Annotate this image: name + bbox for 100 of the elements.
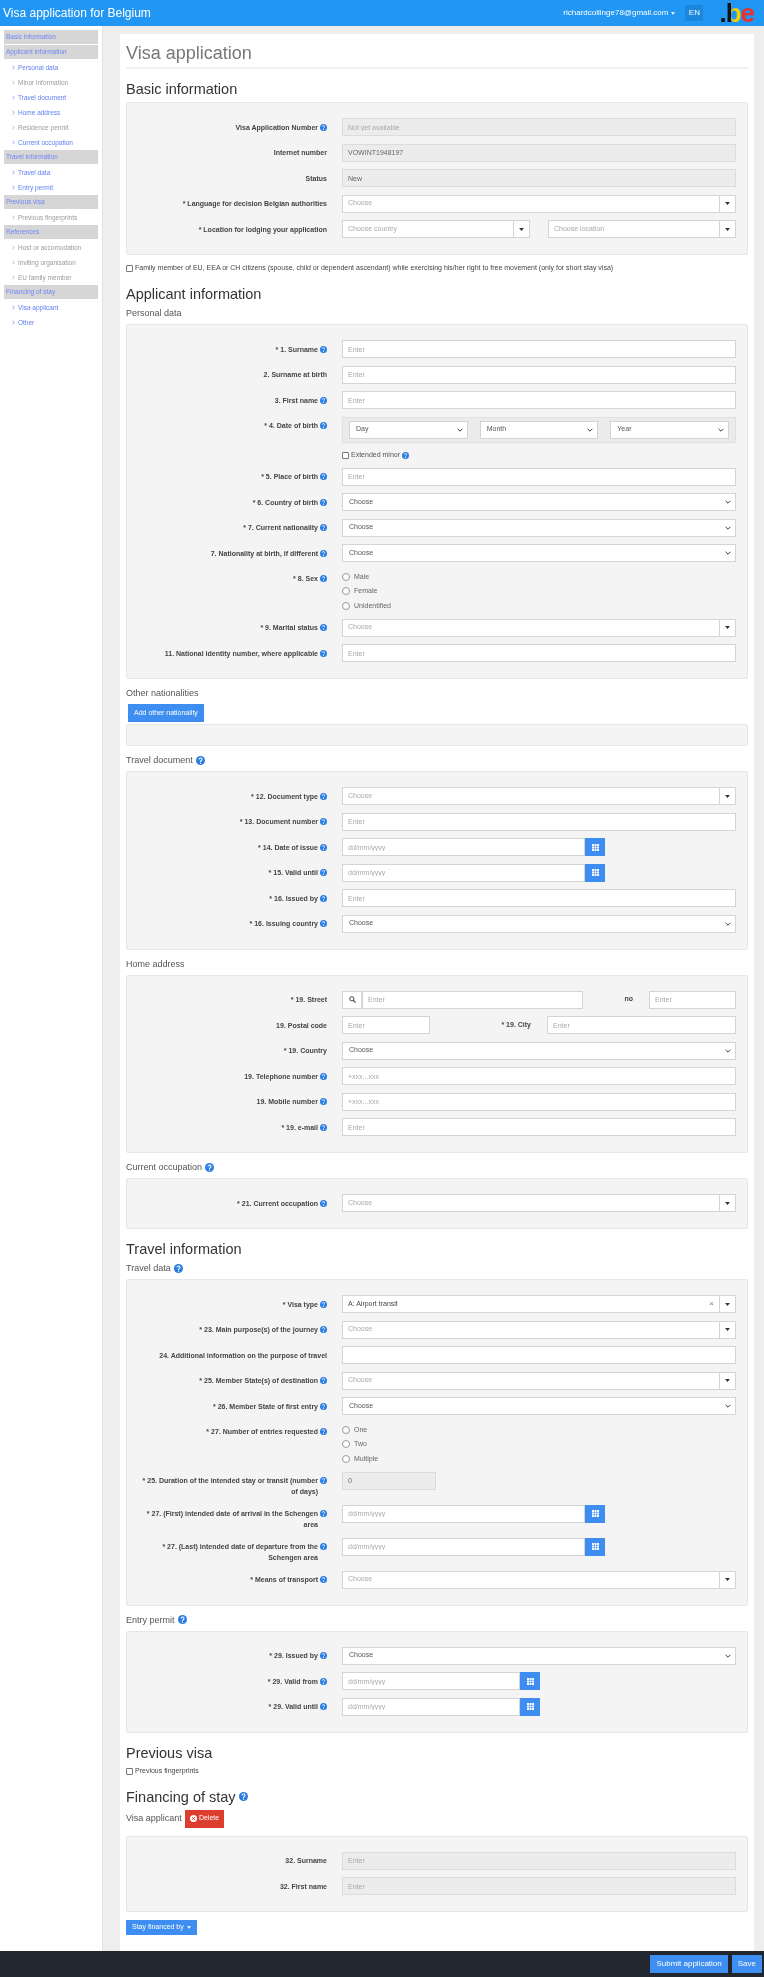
chevron-right-icon	[12, 80, 15, 85]
chevron-right-icon	[12, 215, 15, 220]
section-heading: Travel information	[126, 1240, 242, 1258]
help-icon[interactable]	[320, 1477, 327, 1484]
help-icon[interactable]	[320, 1199, 327, 1207]
help-icon[interactable]	[320, 1123, 327, 1131]
chevron-down-icon	[725, 921, 731, 926]
search-icon	[348, 996, 356, 1003]
chevron-right-icon	[12, 245, 15, 250]
chevron-right-icon	[12, 125, 15, 130]
help-icon[interactable]	[320, 1377, 327, 1384]
help-icon[interactable]	[320, 422, 327, 429]
chevron-right-icon	[12, 95, 15, 100]
chevron-down-icon	[587, 427, 594, 432]
help-icon[interactable]	[195, 755, 205, 765]
help-icon[interactable]	[173, 1263, 183, 1273]
help-icon[interactable]	[320, 894, 327, 902]
help-icon[interactable]	[320, 1677, 327, 1685]
text-field[interactable]	[342, 1346, 736, 1364]
radio-button[interactable]	[342, 1454, 350, 1463]
chevron-right-icon	[12, 275, 15, 280]
grid-icon	[591, 1510, 599, 1517]
chevron-right-icon	[12, 305, 15, 310]
help-icon[interactable]	[320, 1703, 327, 1710]
grid-icon	[526, 1677, 534, 1685]
section-heading: Previous visa	[126, 1743, 213, 1762]
help-icon[interactable]	[177, 1615, 187, 1624]
chevron-down-icon	[456, 427, 463, 432]
chevron-down-icon	[725, 551, 731, 555]
caret-icon	[725, 794, 730, 798]
page-title: Visa application	[126, 41, 748, 69]
help-icon[interactable]	[320, 473, 327, 480]
help-icon[interactable]	[320, 649, 327, 657]
chevron-right-icon	[12, 110, 15, 115]
grid-icon	[591, 843, 599, 851]
help-icon[interactable]	[320, 1543, 327, 1550]
grid-icon	[526, 1703, 534, 1710]
grid-icon	[591, 869, 599, 876]
calendar-button[interactable]	[585, 863, 605, 882]
save-button[interactable]: Save	[731, 1955, 762, 1973]
calendar-button[interactable]	[520, 1697, 540, 1716]
calendar-button[interactable]	[585, 838, 605, 856]
chevron-down-icon	[725, 1653, 731, 1658]
radio-button[interactable]	[342, 601, 350, 610]
caret-icon	[725, 1578, 730, 1581]
help-icon[interactable]	[320, 123, 327, 131]
help-icon[interactable]	[320, 818, 327, 825]
help-icon[interactable]	[320, 1510, 327, 1517]
grid-icon	[591, 1543, 599, 1550]
chevron-down-icon	[725, 525, 731, 530]
section-heading: Applicant information	[126, 285, 262, 303]
caret-icon	[725, 1379, 730, 1382]
help-icon[interactable]	[320, 1576, 327, 1583]
help-icon[interactable]	[320, 345, 327, 353]
help-icon[interactable]	[320, 1652, 327, 1659]
submit-button[interactable]: Submit application	[650, 1955, 728, 1973]
chevron-right-icon	[12, 185, 15, 190]
help-icon[interactable]	[320, 920, 327, 927]
help-icon[interactable]	[320, 1098, 327, 1105]
help-icon[interactable]	[238, 1792, 248, 1801]
checkbox[interactable]	[342, 451, 349, 459]
radio-button[interactable]	[342, 1425, 350, 1434]
help-icon[interactable]	[320, 624, 327, 631]
help-icon[interactable]	[320, 549, 327, 557]
help-icon[interactable]	[205, 1162, 215, 1172]
subsection-heading: Personal data	[126, 307, 182, 319]
checkbox[interactable]	[126, 1767, 133, 1775]
help-icon[interactable]	[320, 575, 327, 582]
radio-button[interactable]	[342, 587, 350, 596]
help-icon[interactable]	[320, 498, 327, 506]
help-icon[interactable]	[320, 1402, 327, 1410]
help-icon[interactable]	[320, 1428, 327, 1435]
help-icon[interactable]	[320, 1326, 327, 1333]
calendar-button[interactable]	[520, 1672, 540, 1690]
radio-button[interactable]	[342, 572, 350, 581]
caret-icon	[725, 626, 730, 629]
caret-icon	[519, 227, 524, 231]
help-icon[interactable]	[402, 451, 410, 459]
help-icon[interactable]	[320, 1072, 327, 1080]
chevron-right-icon	[12, 260, 15, 265]
user-menu[interactable]: richardcollinge78@gmail.com	[563, 7, 676, 19]
chevron-right-icon	[12, 320, 15, 325]
calendar-button[interactable]	[585, 1504, 605, 1523]
help-icon[interactable]	[320, 396, 327, 404]
section-heading: Basic information	[126, 80, 238, 98]
calendar-button[interactable]	[585, 1537, 605, 1556]
chevron-right-icon	[12, 170, 15, 175]
help-icon[interactable]	[320, 869, 327, 876]
chevron-right-icon	[12, 65, 15, 70]
caret-icon	[725, 1201, 730, 1205]
language-button[interactable]: EN	[685, 5, 704, 21]
radio-button[interactable]	[342, 1440, 350, 1449]
help-icon[interactable]	[320, 843, 327, 851]
checkbox[interactable]	[126, 265, 133, 272]
clear-button[interactable]: ×	[709, 1298, 719, 1310]
help-icon[interactable]	[320, 792, 327, 800]
caret-icon	[725, 202, 730, 205]
help-icon[interactable]	[320, 1300, 327, 1308]
help-icon[interactable]	[320, 524, 327, 531]
app-title: Visa application for Belgium	[3, 5, 151, 22]
